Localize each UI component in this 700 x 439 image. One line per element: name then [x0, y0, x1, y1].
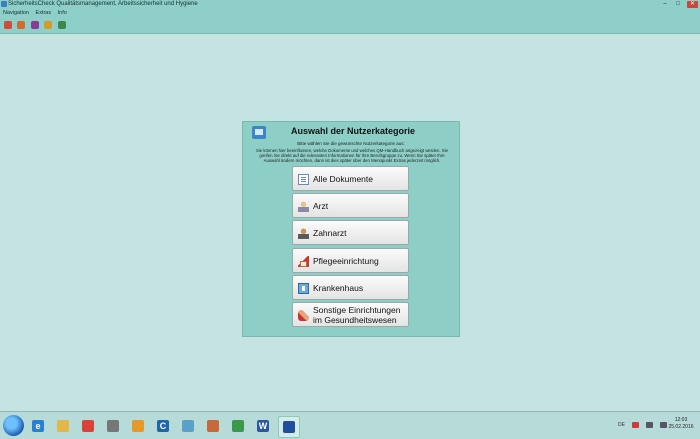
toolbar	[0, 17, 700, 34]
minimize-button[interactable]: –	[661, 1, 669, 8]
language-indicator[interactable]: DE	[618, 422, 625, 428]
dentist-button[interactable]: Zahnarzt	[292, 220, 409, 245]
hospital-button[interactable]: Krankenhaus	[292, 275, 409, 300]
c-app-icon: C	[157, 420, 169, 432]
menu-extras[interactable]: Extras	[36, 10, 52, 16]
hands-icon	[298, 310, 309, 321]
care-home-icon	[298, 256, 309, 267]
other-facilities-button[interactable]: Sonstige Einrichtungen im Gesundheitswes…	[292, 302, 409, 327]
menu-bar: Navigation Extras Info	[0, 9, 700, 17]
dialog-icon	[252, 126, 266, 139]
user-icon[interactable]	[31, 21, 39, 29]
user-category-dialog: Auswahl der Nutzerkategorie Bitte wählen…	[242, 121, 460, 337]
dentist-label: Zahnarzt	[313, 228, 347, 238]
app-icon	[283, 421, 295, 433]
file-explorer-icon	[57, 420, 69, 432]
taskbar: e C W DE 12:03 25.02.2016	[0, 411, 700, 439]
internet-explorer-icon: e	[32, 420, 44, 432]
home-icon[interactable]	[4, 21, 12, 29]
taskbar-app[interactable]	[128, 416, 148, 436]
taskbar-app[interactable]: W	[253, 416, 273, 436]
doctor-icon	[298, 201, 309, 212]
window-title: SicherheitsCheck Qualitätsmanagement, Ar…	[8, 1, 198, 7]
volume-icon[interactable]	[660, 422, 667, 428]
all-documents-button[interactable]: Alle Dokumente	[292, 166, 409, 191]
system-tray: DE	[618, 422, 667, 428]
settings-icon[interactable]	[58, 21, 66, 29]
all-documents-label: Alle Dokumente	[313, 174, 374, 184]
clock-icon[interactable]	[17, 21, 25, 29]
clock-date: 25.02.2016	[668, 424, 694, 430]
start-button[interactable]	[3, 415, 24, 436]
dialog-subtitle: Bitte wählen Sie die gewünschte Nutzerka…	[297, 141, 405, 146]
dialog-title: Auswahl der Nutzerkategorie	[291, 126, 416, 136]
monitor-icon	[182, 420, 194, 432]
documents-icon	[298, 174, 309, 185]
taskbar-app[interactable]	[278, 416, 300, 438]
menu-info[interactable]: Info	[58, 10, 67, 16]
dentist-icon	[298, 228, 309, 239]
hospital-label: Krankenhaus	[313, 283, 364, 293]
refresh-icon[interactable]	[44, 21, 52, 29]
dialog-description: Sie können hier beeinflussen, welche Dok…	[255, 148, 449, 163]
maximize-button[interactable]: □	[674, 1, 682, 8]
taskbar-app[interactable]	[178, 416, 198, 436]
taskbar-app[interactable]	[78, 416, 98, 436]
close-button[interactable]: ✕	[687, 1, 698, 8]
flag-icon[interactable]	[632, 422, 639, 428]
taskbar-app[interactable]	[203, 416, 223, 436]
people-icon	[207, 420, 219, 432]
care-home-label: Pflegeeinrichtung	[313, 256, 379, 266]
hospital-icon	[298, 283, 309, 294]
taskbar-app[interactable]: C	[153, 416, 173, 436]
word-icon: W	[257, 420, 269, 432]
app-icon	[1, 1, 7, 7]
notepad-icon	[107, 420, 119, 432]
taskbar-app[interactable]	[53, 416, 73, 436]
other-facilities-label: Sonstige Einrichtungen im Gesundheitswes…	[313, 305, 401, 325]
menu-navigation[interactable]: Navigation	[3, 10, 29, 16]
clock-time: 12:03	[674, 417, 688, 423]
chrome-icon	[82, 420, 94, 432]
taskbar-app[interactable]: e	[28, 416, 48, 436]
network-icon	[232, 420, 244, 432]
care-home-button[interactable]: Pflegeeinrichtung	[292, 248, 409, 273]
doctor-label: Arzt	[313, 201, 329, 211]
clock[interactable]: 12:03 25.02.2016	[668, 417, 694, 431]
network-tray-icon[interactable]	[646, 422, 653, 428]
taskbar-app[interactable]	[103, 416, 123, 436]
title-bar: SicherheitsCheck Qualitätsmanagement, Ar…	[0, 0, 700, 9]
taskbar-app[interactable]	[228, 416, 248, 436]
window-controls: – □ ✕	[661, 1, 698, 8]
doctor-button[interactable]: Arzt	[292, 193, 409, 218]
outlook-icon	[132, 420, 144, 432]
